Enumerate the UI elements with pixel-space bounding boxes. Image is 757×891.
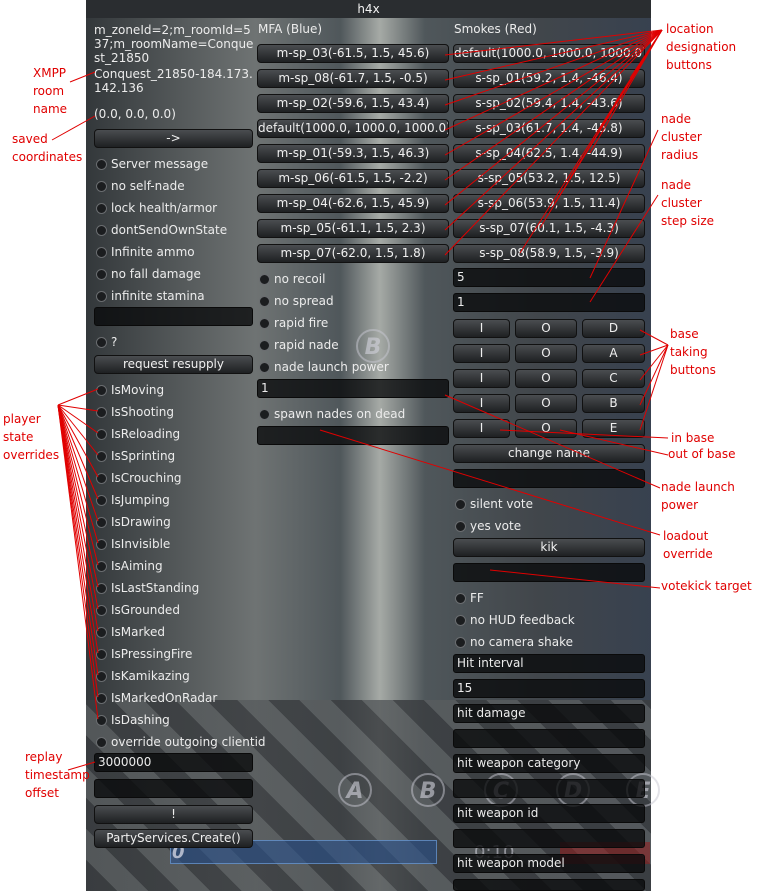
annotation-nade-launch-power: nade launch power <box>661 480 735 512</box>
annotation-votekick-target: votekick target <box>661 579 752 593</box>
annotation-nade-cluster-step: nade cluster step size <box>661 178 715 228</box>
annotation-player-state-overrides: player state overrides <box>3 412 60 462</box>
annotation-replay-timestamp-offset: replay timestamp offset <box>25 750 90 800</box>
annotation-nade-cluster-radius: nade cluster radius <box>661 112 702 162</box>
annotation-location-buttons: location designation buttons <box>666 22 737 72</box>
annotation-loadout-override: loadout override <box>663 529 713 561</box>
screenshot: B A B C D E 0 0:10 h4x m_zoneId=2;m_room… <box>0 0 757 891</box>
annotation-saved-coordinates: saved coordinates <box>12 132 83 164</box>
annotation-arrows <box>51 29 669 771</box>
annotation-xmpp-room-name: XMPP room name <box>33 66 68 116</box>
annotation-base-taking-buttons: base taking buttons <box>670 327 716 377</box>
annotation-out-of-base: out of base <box>668 447 736 461</box>
